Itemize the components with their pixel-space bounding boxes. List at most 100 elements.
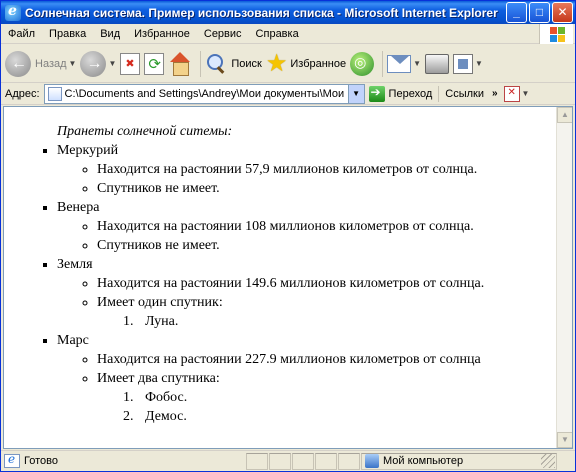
status-main: Готово [1, 452, 246, 470]
menu-bar: Файл Правка Вид Избранное Сервис Справка [1, 24, 575, 44]
fact-list: Находится на растоянии 227.9 миллионов к… [57, 350, 557, 388]
page-status-icon [4, 452, 20, 468]
computer-icon [365, 454, 379, 468]
menu-edit[interactable]: Правка [42, 28, 93, 40]
back-arrow-icon: ← [5, 50, 31, 77]
planet-name: Меркурий [57, 143, 119, 158]
status-cell [315, 452, 337, 470]
moon-list: Луна. [57, 312, 557, 331]
status-cell [269, 452, 291, 470]
planet-item: Марс Находится на растоянии 227.9 миллио… [57, 331, 557, 426]
fact-item: Спутников не имеет. [97, 179, 557, 198]
window-title: Солнечная система. Пример использования … [25, 5, 498, 20]
security-zone[interactable]: Мой компьютер [361, 452, 557, 470]
menu-help[interactable]: Справка [249, 28, 306, 40]
links-toolbar-icon[interactable] [503, 85, 520, 102]
moon-list: Фобос. Демос. [57, 388, 557, 426]
edit-dropdown-icon[interactable]: ▼ [475, 59, 483, 68]
home-icon[interactable] [168, 51, 192, 76]
mail-dropdown-icon[interactable]: ▼ [413, 59, 421, 68]
planet-item: Земля Находится на растоянии 149.6 милли… [57, 255, 557, 331]
planet-name: Венера [57, 200, 100, 215]
mail-button[interactable]: ▼ [387, 54, 421, 73]
zone-label: Мой компьютер [383, 455, 464, 467]
planet-item: Меркурий Находится на растоянии 57,9 мил… [57, 141, 557, 198]
page-body: Пранеты солнечной ситемы: Меркурий Наход… [4, 107, 557, 448]
chevron-icon[interactable]: » [492, 88, 498, 99]
status-cell [338, 452, 360, 470]
status-cell [246, 452, 268, 470]
forward-dropdown-icon[interactable]: ▼ [108, 59, 116, 68]
fact-item: Находится на растоянии 149.6 миллионов к… [97, 274, 557, 293]
list-caption: Пранеты солнечной ситемы: [57, 124, 233, 139]
fact-item: Находится на растоянии 57,9 миллионов ки… [97, 160, 557, 179]
fact-item: Находится на растоянии 108 миллионов кил… [97, 217, 557, 236]
planet-item: Венера Находится на растоянии 108 миллио… [57, 198, 557, 255]
scroll-up-icon[interactable]: ▲ [557, 107, 572, 123]
back-button[interactable]: ← Назад ▼ [5, 50, 77, 77]
favorites-button[interactable]: ★ Избранное [265, 49, 347, 77]
back-label: Назад [35, 57, 67, 70]
fact-item: Спутников не имеет. [97, 236, 557, 255]
resize-grip-icon[interactable] [541, 454, 555, 468]
address-bar: Адрес: C:\Documents and Settings\Andrey\… [1, 83, 575, 105]
stop-icon[interactable] [120, 52, 141, 75]
moon-item: Луна. [137, 312, 557, 331]
menu-tools[interactable]: Сервис [197, 28, 249, 40]
favorites-star-icon: ★ [265, 49, 288, 77]
planet-name: Земля [57, 257, 93, 272]
go-label: Переход [388, 87, 433, 100]
go-arrow-icon [368, 85, 385, 102]
browser-window: Солнечная система. Пример использования … [0, 0, 576, 472]
refresh-icon[interactable] [144, 52, 165, 75]
address-dropdown-icon[interactable]: ▼ [347, 84, 364, 103]
page-viewport[interactable]: Пранеты солнечной ситемы: Меркурий Наход… [3, 106, 573, 449]
fact-item: Находится на растоянии 227.9 миллионов к… [97, 350, 557, 369]
edit-icon [453, 53, 474, 74]
planet-name: Марс [57, 333, 89, 348]
address-value[interactable]: C:\Documents and Settings\Andrey\Мои док… [65, 88, 348, 100]
edit-button[interactable]: ▼ [453, 53, 483, 74]
fact-list: Находится на растоянии 149.6 миллионов к… [57, 274, 557, 312]
search-label: Поиск [231, 57, 262, 70]
favorites-label: Избранное [290, 57, 347, 70]
close-button[interactable]: ✕ [552, 2, 573, 23]
back-dropdown-icon[interactable]: ▼ [69, 59, 77, 68]
status-bar: Готово Мой компьютер [1, 450, 575, 471]
menu-file[interactable]: Файл [1, 28, 42, 40]
ie-icon [5, 3, 21, 21]
go-button[interactable]: Переход [368, 85, 440, 102]
address-input[interactable]: C:\Documents and Settings\Andrey\Мои док… [43, 83, 365, 104]
moon-item: Демос. [137, 407, 557, 426]
print-icon[interactable] [425, 53, 450, 74]
fact-item: Имеет один спутник: [97, 293, 557, 312]
address-label: Адрес: [5, 87, 40, 100]
scroll-down-icon[interactable]: ▼ [557, 432, 572, 448]
status-cell [292, 452, 314, 470]
media-icon[interactable] [350, 51, 375, 76]
maximize-button[interactable]: □ [529, 2, 550, 23]
links-dropdown-icon[interactable]: ▼ [522, 89, 530, 98]
menu-view[interactable]: Вид [93, 28, 127, 40]
windows-logo-icon [539, 24, 573, 44]
forward-arrow-icon: → [80, 50, 107, 77]
standard-toolbar: ← Назад ▼ → ▼ Поиск ★ Избранное ▼ ▼ [1, 45, 575, 83]
fact-item: Имеет два спутника: [97, 369, 557, 388]
fact-list: Находится на растоянии 57,9 миллионов ки… [57, 160, 557, 198]
vertical-scrollbar[interactable]: ▲ ▼ [556, 107, 572, 448]
status-text: Готово [24, 455, 58, 467]
page-icon [47, 86, 62, 101]
fact-list: Находится на растоянии 108 миллионов кил… [57, 217, 557, 255]
minimize-button[interactable]: _ [506, 2, 527, 23]
links-button[interactable]: Ссылки [445, 88, 484, 100]
search-button[interactable]: Поиск [205, 53, 262, 75]
mail-icon [387, 54, 412, 73]
title-bar[interactable]: Солнечная система. Пример использования … [1, 1, 575, 24]
moon-item: Фобос. [137, 388, 557, 407]
menu-favorites[interactable]: Избранное [127, 28, 197, 40]
search-icon [205, 53, 227, 75]
forward-button[interactable]: → ▼ [80, 50, 116, 77]
planet-list: Меркурий Находится на растоянии 57,9 мил… [4, 141, 557, 426]
toolbar-separator [382, 50, 384, 77]
toolbar-separator [200, 50, 202, 77]
